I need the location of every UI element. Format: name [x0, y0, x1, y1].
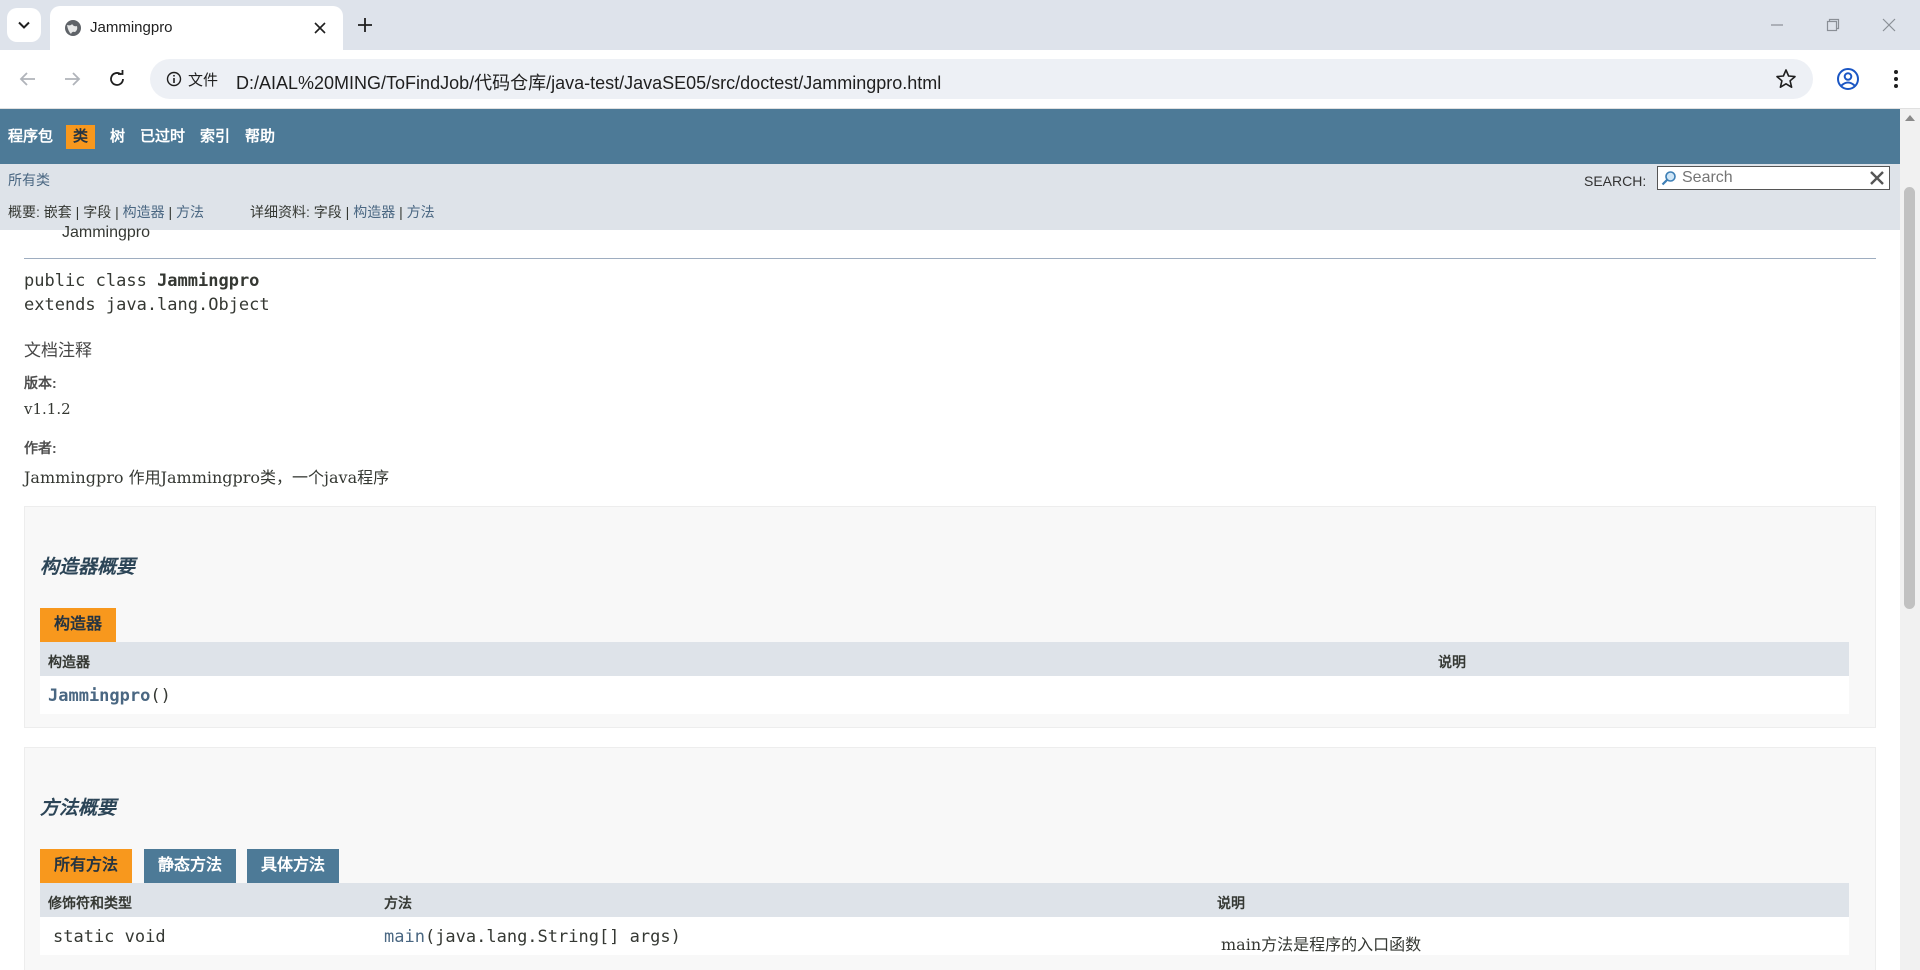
search-input[interactable] [1682, 168, 1862, 188]
browser-toolbar: 文件 D:/AIAL%20MING/ToFindJob/代码仓库/java-te… [0, 50, 1920, 109]
browser-menu-button[interactable] [1882, 65, 1910, 93]
constructor-params: () [150, 686, 171, 706]
page-scrollbar[interactable] [1900, 109, 1920, 970]
nav-index[interactable]: 索引 [200, 125, 230, 149]
chevron-down-icon [18, 21, 30, 29]
browser-tab-active[interactable]: Jammingpro [50, 6, 343, 50]
signature-class-name: Jammingpro [157, 271, 260, 291]
constructor-table-header: 构造器 说明 [40, 642, 1849, 676]
restore-window-button[interactable] [1810, 8, 1856, 42]
constructor-link[interactable]: Jammingpro [48, 686, 150, 706]
new-tab-button[interactable] [352, 12, 378, 38]
tab-search-button[interactable] [7, 8, 41, 42]
summary-constructor-link[interactable]: 构造器 [123, 204, 165, 220]
reload-icon [110, 70, 124, 86]
version-label: 版本: [24, 375, 57, 391]
author-label: 作者: [24, 440, 57, 456]
site-info-label: 文件 [188, 71, 219, 89]
table-row: Jammingpro() [40, 676, 1849, 714]
col-modifier-type: 修饰符和类型 [48, 895, 132, 911]
detail-links: 详细资料: 字段 | 构造器 | 方法 [250, 202, 435, 222]
col-method: 方法 [384, 895, 412, 911]
tab-all-methods[interactable]: 所有方法 [40, 849, 133, 883]
address-bar[interactable]: 文件 D:/AIAL%20MING/ToFindJob/代码仓库/java-te… [150, 59, 1813, 99]
method-summary-heading: 方法概要 [40, 798, 117, 819]
detail-method-link[interactable]: 方法 [407, 204, 435, 220]
scroll-up-arrow-icon[interactable] [1905, 115, 1915, 121]
summary-method-link[interactable]: 方法 [176, 204, 204, 220]
site-info-button[interactable]: 文件 [160, 65, 226, 93]
nav-package[interactable]: 程序包 [8, 125, 53, 149]
minimize-window-button[interactable] [1754, 8, 1800, 42]
col-description: 说明 [1217, 895, 1245, 911]
constructor-summary-heading: 构造器概要 [40, 557, 136, 578]
javadoc-page: 程序包 类 树 已过时 索引 帮助 所有类 SEARCH: 概要: 嵌套 | 字… [0, 109, 1900, 970]
method-link[interactable]: main [384, 927, 425, 947]
detail-prefix: 详细资料: 字段 | [250, 204, 350, 220]
method-description: main方法是程序的入口函数 [1221, 935, 1422, 954]
summary-separator: | [168, 204, 173, 220]
col-description: 说明 [1438, 654, 1466, 670]
search-box[interactable] [1657, 166, 1890, 190]
method-summary-section: 方法概要 所有方法 静态方法 具体方法 修饰符和类型 方法 说明 static … [24, 747, 1876, 970]
javadoc-top-nav: 程序包 类 树 已过时 索引 帮助 [0, 109, 1900, 164]
javadoc-sub-nav: 所有类 SEARCH: 概要: 嵌套 | 字段 | 构造器 | 方法 详细资料:… [0, 164, 1900, 230]
nav-class[interactable]: 类 [66, 125, 96, 149]
method-params: (java.lang.String[] args) [424, 927, 681, 947]
version-value: v1.1.2 [24, 400, 71, 418]
method-modifier: static void [53, 927, 166, 947]
back-button[interactable] [12, 63, 44, 95]
constructor-signature: Jammingpro() [48, 686, 171, 706]
class-description: 文档注释 [24, 341, 92, 360]
class-signature: public class Jammingpro extends java.lan… [24, 269, 270, 317]
nav-help[interactable]: 帮助 [245, 125, 275, 149]
detail-constructor-link[interactable]: 构造器 [353, 204, 395, 220]
arrow-left-icon [19, 72, 35, 86]
profile-avatar-icon[interactable] [1834, 65, 1862, 93]
class-name-heading: Jammingpro [62, 224, 151, 241]
minimize-icon [1771, 24, 1783, 26]
forward-button[interactable] [56, 63, 88, 95]
col-constructor: 构造器 [48, 654, 90, 670]
nav-tree[interactable]: 树 [110, 125, 125, 149]
close-tab-button[interactable] [309, 17, 331, 39]
all-classes-link[interactable]: 所有类 [8, 170, 50, 190]
detail-separator: | [399, 204, 403, 220]
clear-search-icon[interactable] [1869, 170, 1885, 186]
method-table-header: 修饰符和类型 方法 说明 [40, 883, 1849, 917]
arrow-right-icon [65, 72, 81, 86]
author-value: Jammingpro 作用Jammingpro类，一个java程序 [24, 468, 390, 487]
scrollbar-thumb[interactable] [1904, 187, 1915, 609]
close-icon [314, 22, 326, 34]
more-vertical-icon [1894, 70, 1898, 88]
close-icon [1882, 18, 1896, 32]
search-label: SEARCH: [1584, 173, 1647, 189]
method-signature: main(java.lang.String[] args) [384, 927, 681, 947]
constructor-caption-tab: 构造器 [40, 608, 117, 642]
browser-tab-strip: Jammingpro [0, 0, 1920, 50]
divider [24, 258, 1876, 259]
close-window-button[interactable] [1866, 8, 1912, 42]
plus-icon [358, 18, 372, 32]
url-text[interactable]: D:/AIAL%20MING/ToFindJob/代码仓库/java-test/… [236, 69, 941, 95]
signature-prefix: public class [24, 271, 158, 291]
summary-prefix: 概要: 嵌套 | 字段 | [8, 204, 119, 220]
signature-extends: extends java.lang.Object [24, 295, 270, 315]
nav-deprecated[interactable]: 已过时 [140, 125, 185, 149]
info-icon [166, 71, 182, 87]
tab-static-methods[interactable]: 静态方法 [144, 849, 237, 883]
summary-links: 概要: 嵌套 | 字段 | 构造器 | 方法 [8, 202, 204, 222]
tab-concrete-methods[interactable]: 具体方法 [247, 849, 340, 883]
reload-button[interactable] [101, 63, 133, 95]
tab-title: Jammingpro [90, 19, 173, 36]
globe-icon [65, 20, 81, 36]
table-row: static void main(java.lang.String[] args… [40, 917, 1849, 955]
constructor-summary-section: 构造器概要 构造器 构造器 说明 Jammingpro() [24, 506, 1876, 728]
search-icon [1661, 171, 1676, 186]
restore-icon [1826, 18, 1840, 32]
bookmark-star-icon[interactable] [1775, 68, 1797, 90]
